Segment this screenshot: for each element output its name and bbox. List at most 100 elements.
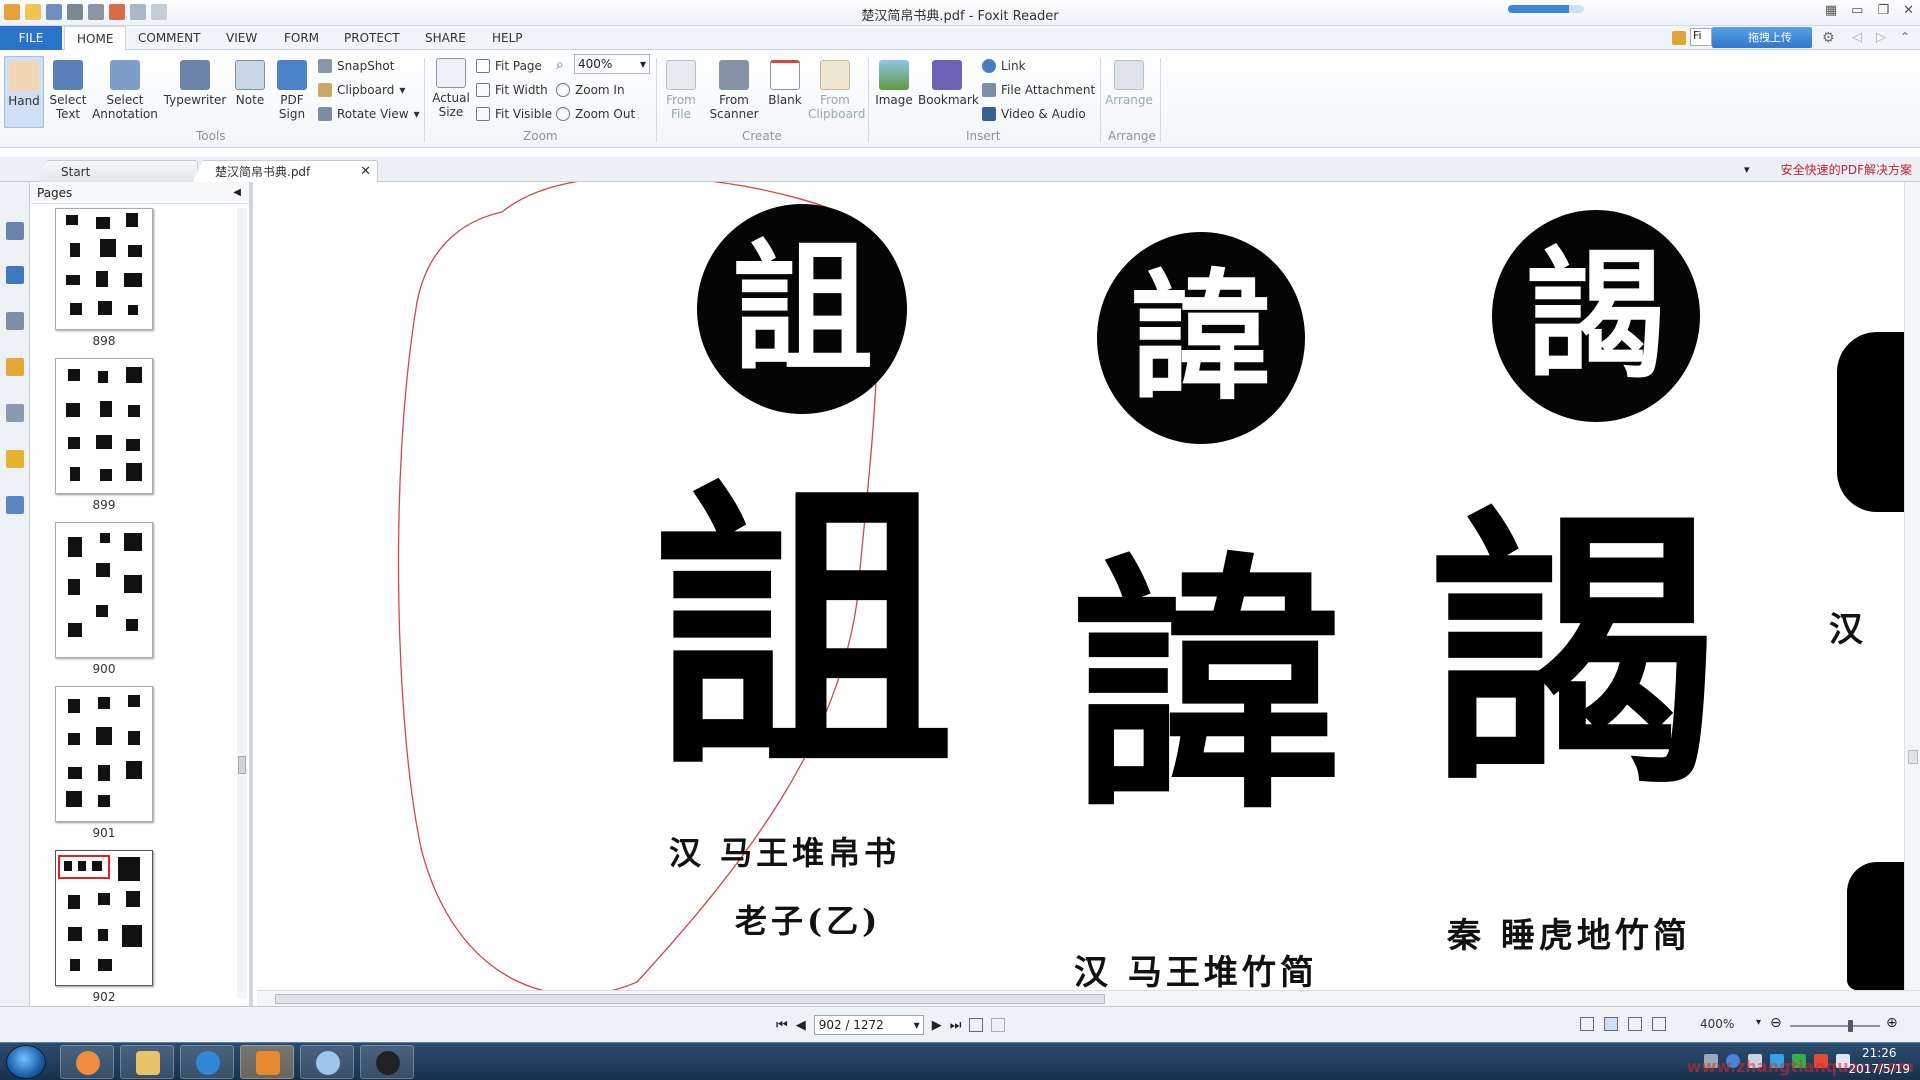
next-page-icon[interactable]: ▶ (932, 1018, 942, 1033)
page-thumbnail[interactable] (55, 358, 153, 494)
snapshot-button[interactable]: SnapShot (318, 56, 394, 76)
zoom-dropdown-chevron-icon[interactable]: ▾ (1756, 1017, 1761, 1028)
taskbar-browser[interactable] (180, 1045, 234, 1079)
blank-page-icon (770, 60, 800, 90)
tab-comment[interactable]: COMMENT (126, 26, 212, 50)
ribbon-tabs: FILE HOME COMMENT VIEW FORM PROTECT SHAR… (0, 26, 1920, 51)
video-audio-button[interactable]: Video & Audio (982, 104, 1086, 124)
tab-view[interactable]: VIEW (214, 26, 269, 50)
minimize-button[interactable]: ▭ (1851, 3, 1863, 18)
single-page-icon[interactable] (1580, 1017, 1594, 1031)
clipboard-button[interactable]: Clipboard ▾ (318, 80, 405, 100)
select-text-button[interactable]: Select Text (48, 60, 88, 121)
zoom-in-circle-icon[interactable]: ⊕ (1886, 1015, 1898, 1031)
chevron-down-icon: ▾ (399, 83, 406, 97)
link-button[interactable]: Link (982, 56, 1026, 76)
back-arrow-icon[interactable]: ◁ (1852, 30, 1862, 45)
close-tab-icon[interactable]: ✕ (360, 161, 371, 182)
tab-form[interactable]: FORM (272, 26, 331, 50)
tab-start[interactable]: Start (38, 160, 198, 182)
note-button[interactable]: Note (232, 60, 268, 107)
taskbar-foxit[interactable] (240, 1045, 294, 1079)
typewriter-button[interactable]: Typewriter (162, 60, 228, 107)
from-scanner-button[interactable]: From Scanner (708, 60, 760, 121)
select-annotation-button[interactable]: Select Annotation (92, 60, 158, 121)
zoom-slider[interactable] (1790, 1020, 1880, 1032)
continuous-page-icon[interactable] (1604, 1017, 1618, 1031)
layers-panel-icon[interactable] (6, 312, 24, 330)
pages-panel-icon[interactable] (6, 266, 24, 284)
tab-help[interactable]: HELP (480, 26, 535, 50)
chevron-down-icon: ▾ (413, 107, 420, 121)
character-caption: 老子(乙) (735, 902, 882, 940)
blank-button[interactable]: Blank (766, 60, 804, 107)
previous-page-icon[interactable]: ◀ (796, 1018, 806, 1033)
system-clock[interactable]: 21:26 2017/5/19 (1848, 1045, 1910, 1077)
previous-view-icon[interactable] (969, 1018, 984, 1032)
tab-file[interactable]: FILE (0, 26, 62, 50)
document-canvas[interactable]: 詛 詛 汉 马王堆帛书 老子(乙) 諱 諱 汉 马王堆竹简 謁 謁 秦 睡虎地竹… (257, 182, 1920, 990)
rotate-icon (318, 107, 332, 121)
tab-protect[interactable]: PROTECT (332, 26, 412, 50)
bookmark-button[interactable]: Bookmark (918, 60, 979, 107)
next-view-icon[interactable] (991, 1018, 1006, 1032)
zoom-out-icon (556, 107, 570, 121)
security-lock-icon[interactable] (6, 450, 24, 468)
fit-width-icon (476, 83, 490, 97)
taskbar-app[interactable] (60, 1045, 114, 1079)
cloud-upload-button[interactable]: 拖拽上传 (1712, 27, 1812, 48)
rotate-view-button[interactable]: Rotate View ▾ (318, 104, 420, 124)
zoom-out-circle-icon[interactable]: ⊖ (1770, 1015, 1782, 1031)
file-attachment-button[interactable]: File Attachment (982, 80, 1095, 100)
taskbar-explorer[interactable] (120, 1045, 174, 1079)
from-file-button[interactable]: From File (660, 60, 702, 121)
restore-button[interactable]: ❐ (1877, 3, 1889, 18)
page-thumbnail-current[interactable] (55, 850, 153, 986)
tab-share[interactable]: SHARE (413, 26, 478, 50)
pages-scrollbar[interactable] (237, 208, 247, 998)
collapse-panel-icon[interactable]: ◀ (233, 182, 241, 204)
last-page-icon[interactable]: ⏭ (950, 1018, 962, 1033)
first-page-icon[interactable]: ⏮ (776, 1018, 788, 1033)
fit-width-button[interactable]: Fit Width (476, 80, 548, 100)
horizontal-scrollbar[interactable] (257, 990, 1920, 1006)
tab-home[interactable]: HOME (64, 26, 127, 51)
layout-icon[interactable]: ▦ (1825, 3, 1837, 18)
comments-panel-icon[interactable] (6, 358, 24, 376)
find-icon[interactable] (1672, 31, 1686, 45)
promo-link[interactable]: 安全快速的PDF解决方案 (1781, 161, 1912, 178)
actual-size-button[interactable]: Actual Size (430, 58, 472, 119)
hand-tool-button[interactable]: Hand (4, 56, 44, 128)
signature-panel-icon[interactable] (6, 496, 24, 514)
page-number-input[interactable]: 902 / 1272 ▾ (813, 1015, 924, 1035)
attachments-panel-icon[interactable] (6, 404, 24, 422)
zoom-in-button[interactable]: Zoom In (556, 80, 625, 100)
taskbar-paint[interactable] (300, 1045, 354, 1079)
status-zoom-value[interactable]: 400% (1700, 1017, 1734, 1031)
zoom-out-button[interactable]: Zoom Out (556, 104, 635, 124)
collapse-ribbon-icon[interactable]: ⌃ (1900, 30, 1910, 44)
close-button[interactable]: ✕ (1903, 3, 1914, 18)
start-button[interactable] (6, 1045, 46, 1079)
fit-visible-button[interactable]: Fit Visible (476, 104, 552, 124)
page-thumbnail[interactable] (55, 208, 153, 330)
search-input[interactable]: Fi (1690, 28, 1712, 46)
page-thumbnail[interactable] (55, 522, 153, 658)
forward-arrow-icon[interactable]: ▷ (1876, 30, 1886, 45)
settings-icon[interactable]: ⚙ (1822, 30, 1835, 46)
tab-document[interactable]: 楚汉简帛书典.pdf ✕ (192, 160, 378, 182)
image-button[interactable]: Image (874, 60, 914, 107)
continuous-facing-icon[interactable] (1652, 1017, 1666, 1031)
fit-page-button[interactable]: Fit Page (476, 56, 542, 76)
zoom-select[interactable]: 400% ▾ (574, 54, 650, 74)
taskbar-qq[interactable] (360, 1045, 414, 1079)
tab-list-chevron-icon[interactable]: ▾ (1744, 163, 1750, 176)
bookmarks-panel-icon[interactable] (6, 222, 24, 240)
page-thumbnail[interactable] (55, 686, 153, 822)
from-clipboard-button[interactable]: From Clipboard (808, 60, 865, 121)
pdf-sign-button[interactable]: PDF Sign (272, 60, 312, 121)
facing-page-icon[interactable] (1628, 1017, 1642, 1031)
arrange-button[interactable]: Arrange (1104, 60, 1154, 107)
bookmark-icon (932, 60, 962, 90)
vertical-scrollbar[interactable] (1904, 182, 1920, 990)
